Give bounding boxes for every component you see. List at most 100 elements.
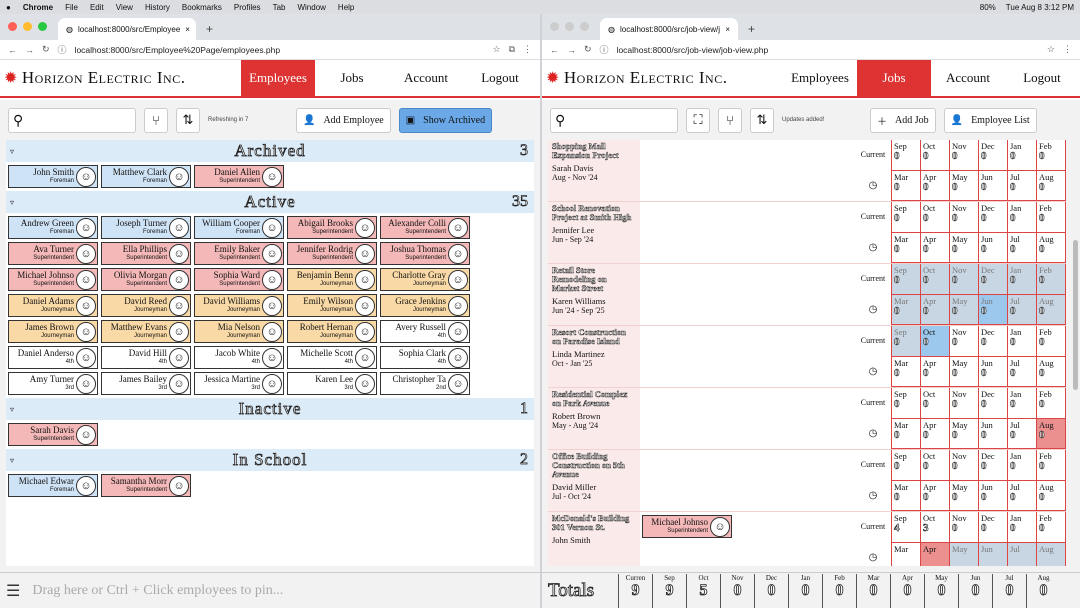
employee-card[interactable]: Andrew Green Foreman ☺ bbox=[8, 216, 98, 239]
minimize-window-icon[interactable] bbox=[23, 22, 32, 31]
search-input[interactable]: ⚲ bbox=[8, 107, 136, 133]
month-cell[interactable]: Aug 0 bbox=[1037, 294, 1066, 325]
month-cell[interactable]: Sep 0 bbox=[892, 202, 921, 233]
month-cell[interactable]: Oct 0 bbox=[921, 264, 950, 295]
month-cell[interactable]: May 0 bbox=[950, 294, 979, 325]
employee-card[interactable]: Emily Wilson Journeyman ☺ bbox=[287, 294, 377, 317]
employee-card[interactable]: Sophia Clark 4th ☺ bbox=[380, 346, 470, 369]
month-cell[interactable]: Aug 0 bbox=[1037, 232, 1066, 263]
group-header[interactable]: ▿ Active 35 bbox=[6, 191, 534, 213]
month-cell[interactable]: Sep 0 bbox=[892, 450, 921, 481]
employee-card[interactable]: Samantha Morr Superintendent ☺ bbox=[101, 474, 191, 497]
zoom-window-icon[interactable] bbox=[580, 22, 589, 31]
browser-tab[interactable]: ◍ localhost:8000/src/Employee × bbox=[58, 18, 196, 40]
month-cell[interactable]: Jun 0 bbox=[979, 418, 1008, 449]
close-tab-icon[interactable]: × bbox=[185, 25, 190, 34]
month-cell[interactable]: Nov 0 bbox=[950, 450, 979, 481]
month-cell[interactable]: Feb 0 bbox=[1037, 202, 1066, 233]
employee-card[interactable]: Jessica Martine 3rd ☺ bbox=[194, 372, 284, 395]
sort-button[interactable]: ⇅ bbox=[176, 107, 200, 133]
forward-icon[interactable]: → bbox=[567, 45, 576, 55]
job-assignments[interactable] bbox=[640, 202, 855, 263]
employee-card[interactable]: Matthew Evans Journeyman ☺ bbox=[101, 320, 191, 343]
month-cell[interactable]: Feb 0 bbox=[1037, 264, 1066, 295]
month-cell[interactable]: May 0 bbox=[950, 170, 979, 201]
month-cell[interactable]: Mar 0 bbox=[892, 232, 921, 263]
month-cell[interactable]: Dec 0 bbox=[979, 326, 1008, 357]
employee-card[interactable]: Jacob White 4th ☺ bbox=[194, 346, 284, 369]
filter-button[interactable]: ⑂ bbox=[718, 107, 742, 133]
search-input[interactable]: ⚲ bbox=[550, 107, 678, 133]
employee-card[interactable]: Mia Nelson Journeyman ☺ bbox=[194, 320, 284, 343]
month-cell[interactable]: Aug 0 bbox=[1037, 418, 1066, 449]
month-cell[interactable]: Mar 0 bbox=[892, 294, 921, 325]
month-cell[interactable]: Jul 0 bbox=[1008, 480, 1037, 511]
employee-card[interactable]: Grace Jenkins Journeyman ☺ bbox=[380, 294, 470, 317]
month-cell[interactable]: Jan 0 bbox=[1008, 264, 1037, 295]
menu-kebab-icon[interactable]: ⋮ bbox=[523, 44, 532, 55]
month-cell[interactable]: Oct 0 bbox=[921, 450, 950, 481]
month-cell[interactable]: Mar 0 bbox=[892, 356, 921, 387]
back-icon[interactable]: ← bbox=[8, 45, 17, 55]
month-cell[interactable]: Dec 0 bbox=[979, 264, 1008, 295]
job-row[interactable]: McDonald's Building 301 Vernon St. John S… bbox=[548, 512, 1066, 566]
month-cell[interactable]: Nov 0 bbox=[950, 202, 979, 233]
month-cell[interactable]: Oct 0 bbox=[921, 140, 950, 171]
month-cell[interactable]: Jul 0 bbox=[1008, 170, 1037, 201]
employee-card[interactable]: Daniel Anderso 4th ☺ bbox=[8, 346, 98, 369]
month-cell[interactable]: Dec 0 bbox=[979, 450, 1008, 481]
job-row[interactable]: Office Building Construction on 5th Aven… bbox=[548, 450, 1066, 512]
scrollbar[interactable] bbox=[1073, 240, 1078, 390]
show-archived-button[interactable]: ▣ Show Archived bbox=[398, 107, 493, 133]
month-cell[interactable]: Oct 0 bbox=[921, 388, 950, 419]
month-cell[interactable]: Jan 0 bbox=[1008, 326, 1037, 357]
month-cell[interactable]: Aug 0 bbox=[1037, 356, 1066, 387]
job-row[interactable]: Retail Store Remodeling on Market Street… bbox=[548, 264, 1066, 326]
employee-card[interactable]: Benjamin Benn Journeyman ☺ bbox=[287, 268, 377, 291]
employee-card[interactable]: Sarah Davis Superintendent ☺ bbox=[8, 423, 98, 446]
month-cell[interactable]: Jan 0 bbox=[1008, 140, 1037, 171]
month-cell[interactable]: May 0 bbox=[950, 418, 979, 449]
month-cell[interactable]: Jul 0 bbox=[1008, 356, 1037, 387]
job-assignments[interactable]: Michael Johnso Superintendent ☺ bbox=[640, 512, 855, 566]
reload-icon[interactable]: ↻ bbox=[584, 44, 592, 55]
month-cell[interactable]: Jan 0 bbox=[1008, 202, 1037, 233]
menu-window[interactable]: Window bbox=[297, 3, 325, 12]
nav-jobs[interactable]: Jobs bbox=[857, 60, 931, 96]
url-bar[interactable]: localhost:8000/src/job-view/job-view.php bbox=[617, 45, 1039, 55]
menu-kebab-icon[interactable]: ⋮ bbox=[1063, 44, 1072, 55]
filter-button[interactable]: ⑂ bbox=[144, 107, 168, 133]
month-cell[interactable]: Nov 0 bbox=[950, 512, 979, 543]
close-window-icon[interactable] bbox=[550, 22, 559, 31]
month-cell[interactable]: Mar 0 bbox=[892, 480, 921, 511]
add-job-button[interactable]: ＋ Add Job bbox=[870, 107, 936, 133]
month-cell[interactable]: Apr 0 bbox=[921, 294, 950, 325]
info-icon[interactable]: ⓘ bbox=[600, 43, 609, 56]
month-cell[interactable]: Jan 0 bbox=[1008, 512, 1037, 543]
nav-account[interactable]: Account bbox=[389, 60, 463, 96]
hamburger-icon[interactable]: ☰ bbox=[6, 581, 20, 601]
job-row[interactable]: School Renovation Project at Smith High J… bbox=[548, 202, 1066, 264]
month-cell[interactable]: Oct 0 bbox=[921, 326, 950, 357]
nav-logout[interactable]: Logout bbox=[463, 60, 537, 96]
job-row[interactable]: Residential Complex on Park Avenue Robert… bbox=[548, 388, 1066, 450]
month-cell[interactable]: Jun 0 bbox=[979, 170, 1008, 201]
nav-employees[interactable]: Employees bbox=[783, 60, 857, 96]
collapse-triangle-icon[interactable]: ▿ bbox=[10, 198, 14, 207]
employee-card[interactable]: Ava Turner Superintendent ☺ bbox=[8, 242, 98, 265]
month-cell[interactable]: Feb 0 bbox=[1037, 512, 1066, 543]
close-tab-icon[interactable]: × bbox=[725, 25, 730, 34]
sort-button[interactable]: ⇅ bbox=[750, 107, 774, 133]
month-cell[interactable]: Jun 0 bbox=[979, 480, 1008, 511]
employee-card[interactable]: Joshua Thomas Superintendent ☺ bbox=[380, 242, 470, 265]
job-row[interactable]: Resort Construction on Paradise Island Li… bbox=[548, 326, 1066, 388]
month-cell[interactable]: Feb 0 bbox=[1037, 140, 1066, 171]
job-assignments[interactable] bbox=[640, 450, 855, 511]
month-cell[interactable]: Dec 0 bbox=[979, 202, 1008, 233]
new-tab-icon[interactable]: + bbox=[748, 22, 755, 36]
menu-help[interactable]: Help bbox=[338, 3, 354, 12]
month-cell[interactable]: Jul 0 bbox=[1008, 232, 1037, 263]
month-cell[interactable]: Sep 4 bbox=[892, 512, 921, 543]
collapse-triangle-icon[interactable]: ▿ bbox=[10, 147, 14, 156]
browser-tab[interactable]: ◍ localhost:8000/src/job-view/j × bbox=[600, 18, 738, 40]
